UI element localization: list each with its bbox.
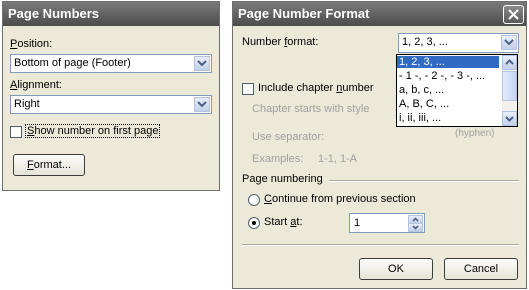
chevron-down-icon[interactable] [194,56,210,71]
chevron-up-icon [505,59,514,65]
spin-down-icon [412,225,419,230]
start-at-radio[interactable] [248,217,260,229]
format-button[interactable]: Format... [13,154,85,176]
footer-divider [242,244,519,246]
show-first-page-checkbox[interactable] [10,126,22,138]
position-label: Position: [10,38,53,50]
use-separator-label: Use separator: [252,131,325,143]
include-chapter-label[interactable]: Include chapter number [258,82,374,94]
continue-label[interactable]: Continue from previous section [264,193,416,205]
page-numbers-dialog: Page Numbers Position: Bottom of page (F… [2,1,220,191]
format-option[interactable]: - 1 -, - 2 -, - 3 -, ... [397,70,485,82]
scroll-thumb[interactable] [502,71,517,101]
chevron-down-icon[interactable] [194,97,210,112]
position-select-value: Bottom of page (Footer) [14,57,131,69]
scroll-down-button[interactable] [502,111,517,126]
page-numbers-title: Page Numbers [3,2,219,26]
format-option[interactable]: 1, 2, 3, ... [397,56,499,68]
number-format-label: Number format: [242,36,319,48]
position-select[interactable]: Bottom of page (Footer) [10,54,212,73]
close-button[interactable] [503,5,524,24]
format-option[interactable]: a, b, c, ... [397,84,444,96]
alignment-select-value: Right [14,98,40,110]
dropdown-scrollbar[interactable] [502,55,517,126]
start-at-label[interactable]: Start at: [264,216,303,228]
number-format-value: 1, 2, 3, ... [402,36,448,48]
format-option[interactable]: A, B, C, ... [397,98,449,110]
show-first-page-label[interactable]: Show number on first page [25,124,161,138]
alignment-label: Alignment: [10,79,62,91]
spin-up-icon [412,217,419,222]
number-format-dropdown[interactable]: 1, 2, 3, ... - 1 -, - 2 -, - 3 -, ... a,… [396,54,518,127]
page-numbering-label: Page numbering [242,173,323,185]
page-number-format-title: Page Number Format [233,2,526,26]
position-label-rest: osition: [17,38,53,50]
continue-radio[interactable] [248,194,260,206]
start-at-value: 1 [354,217,361,229]
chapter-starts-label: Chapter starts with style [252,103,370,115]
examples-value: 1-1, 1-A [318,153,358,165]
close-icon [508,9,519,20]
page-numbering-divider [329,180,519,182]
separator-value: (hyphen) [455,128,495,139]
alignment-select[interactable]: Right [10,95,212,114]
chevron-down-icon [505,116,514,122]
number-format-select[interactable]: 1, 2, 3, ... [398,33,519,53]
radio-dot [252,221,256,225]
include-chapter-checkbox[interactable] [242,83,254,95]
scroll-up-button[interactable] [502,55,517,70]
spin-down-button[interactable] [408,223,423,232]
page-number-format-dialog: Page Number Format Number format: 1, 2, … [232,1,527,289]
examples-label: Examples: [252,153,304,165]
start-at-input[interactable]: 1 [349,213,425,233]
ok-button[interactable]: OK [359,258,433,280]
format-option[interactable]: i, ii, iii, ... [397,112,441,124]
cancel-button[interactable]: Cancel [444,258,518,280]
chevron-down-icon[interactable] [501,35,517,50]
